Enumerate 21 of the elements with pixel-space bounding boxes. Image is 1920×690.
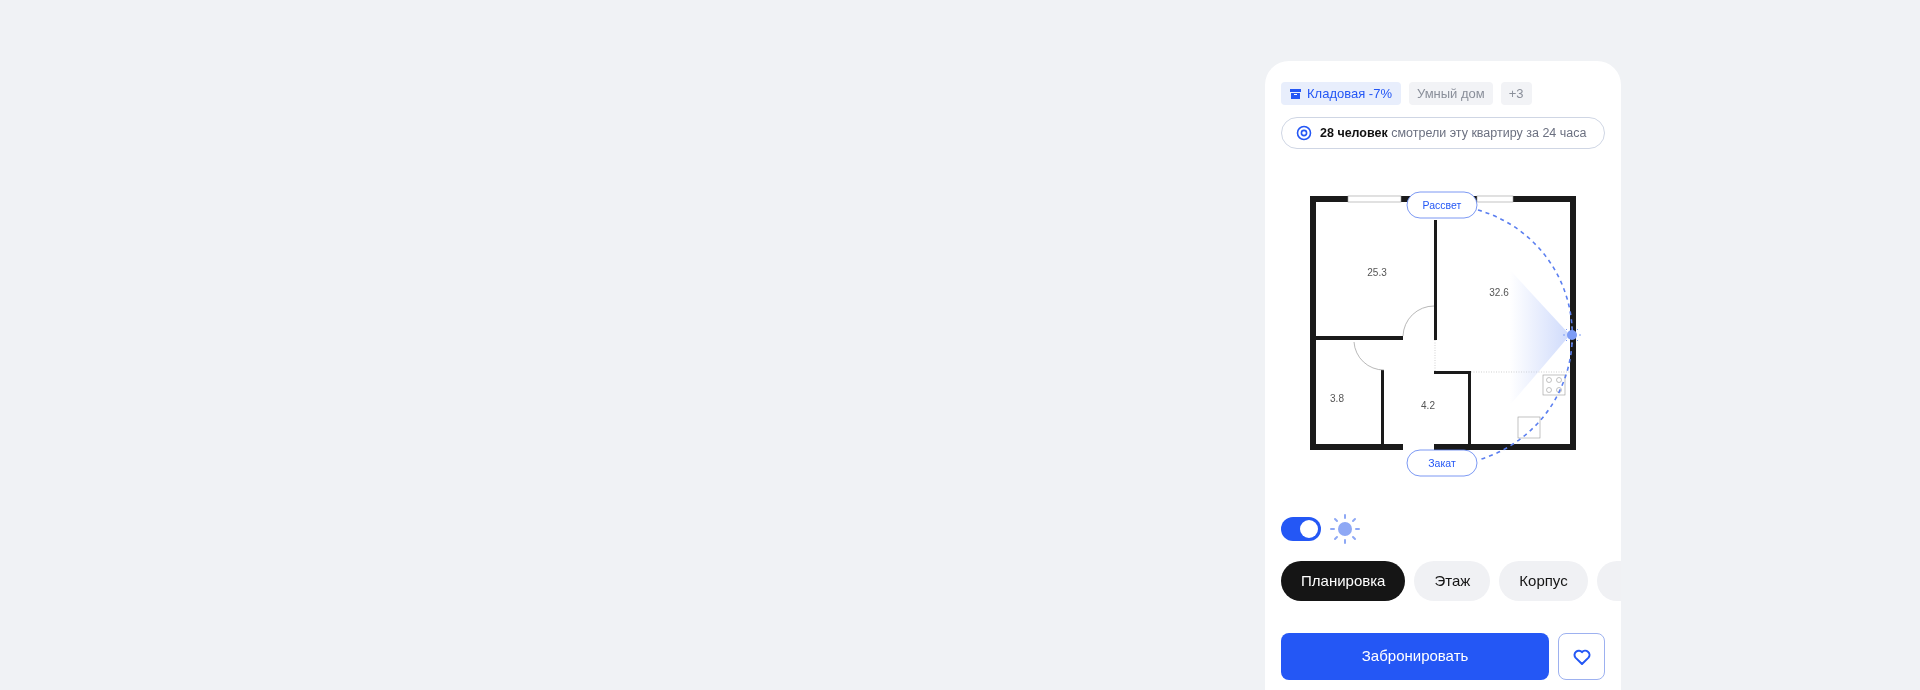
views-text: 28 человек смотрели эту квартиру за 24 часа [1320,124,1587,142]
box-icon [1290,88,1301,99]
feature-tag: Умный дом [1408,82,1493,105]
room-area: 25.3 [1367,267,1387,278]
tab[interactable]: Корпус [1499,561,1588,601]
toggle-switch[interactable] [1281,517,1321,541]
sun-icon [1330,514,1360,544]
tag-label: Кладовая -7% [1307,84,1392,103]
heart-icon [1572,648,1591,665]
tab[interactable]: Этаж [1414,561,1491,601]
favorite-button[interactable] [1558,633,1605,680]
room-area: 3.8 [1330,393,1344,404]
feature-tag: +3 [1500,82,1532,105]
eye-icon [1296,125,1312,141]
tab[interactable]: Планировка [1281,561,1406,601]
book-button[interactable]: Забронировать [1281,633,1550,680]
sunrise-label: Рассвет [1406,191,1478,219]
sun-position-icon [1562,325,1582,345]
room-area: 4.2 [1421,400,1435,411]
sunset-label: Закат [1406,449,1478,477]
room-area: 32.6 [1489,287,1509,298]
